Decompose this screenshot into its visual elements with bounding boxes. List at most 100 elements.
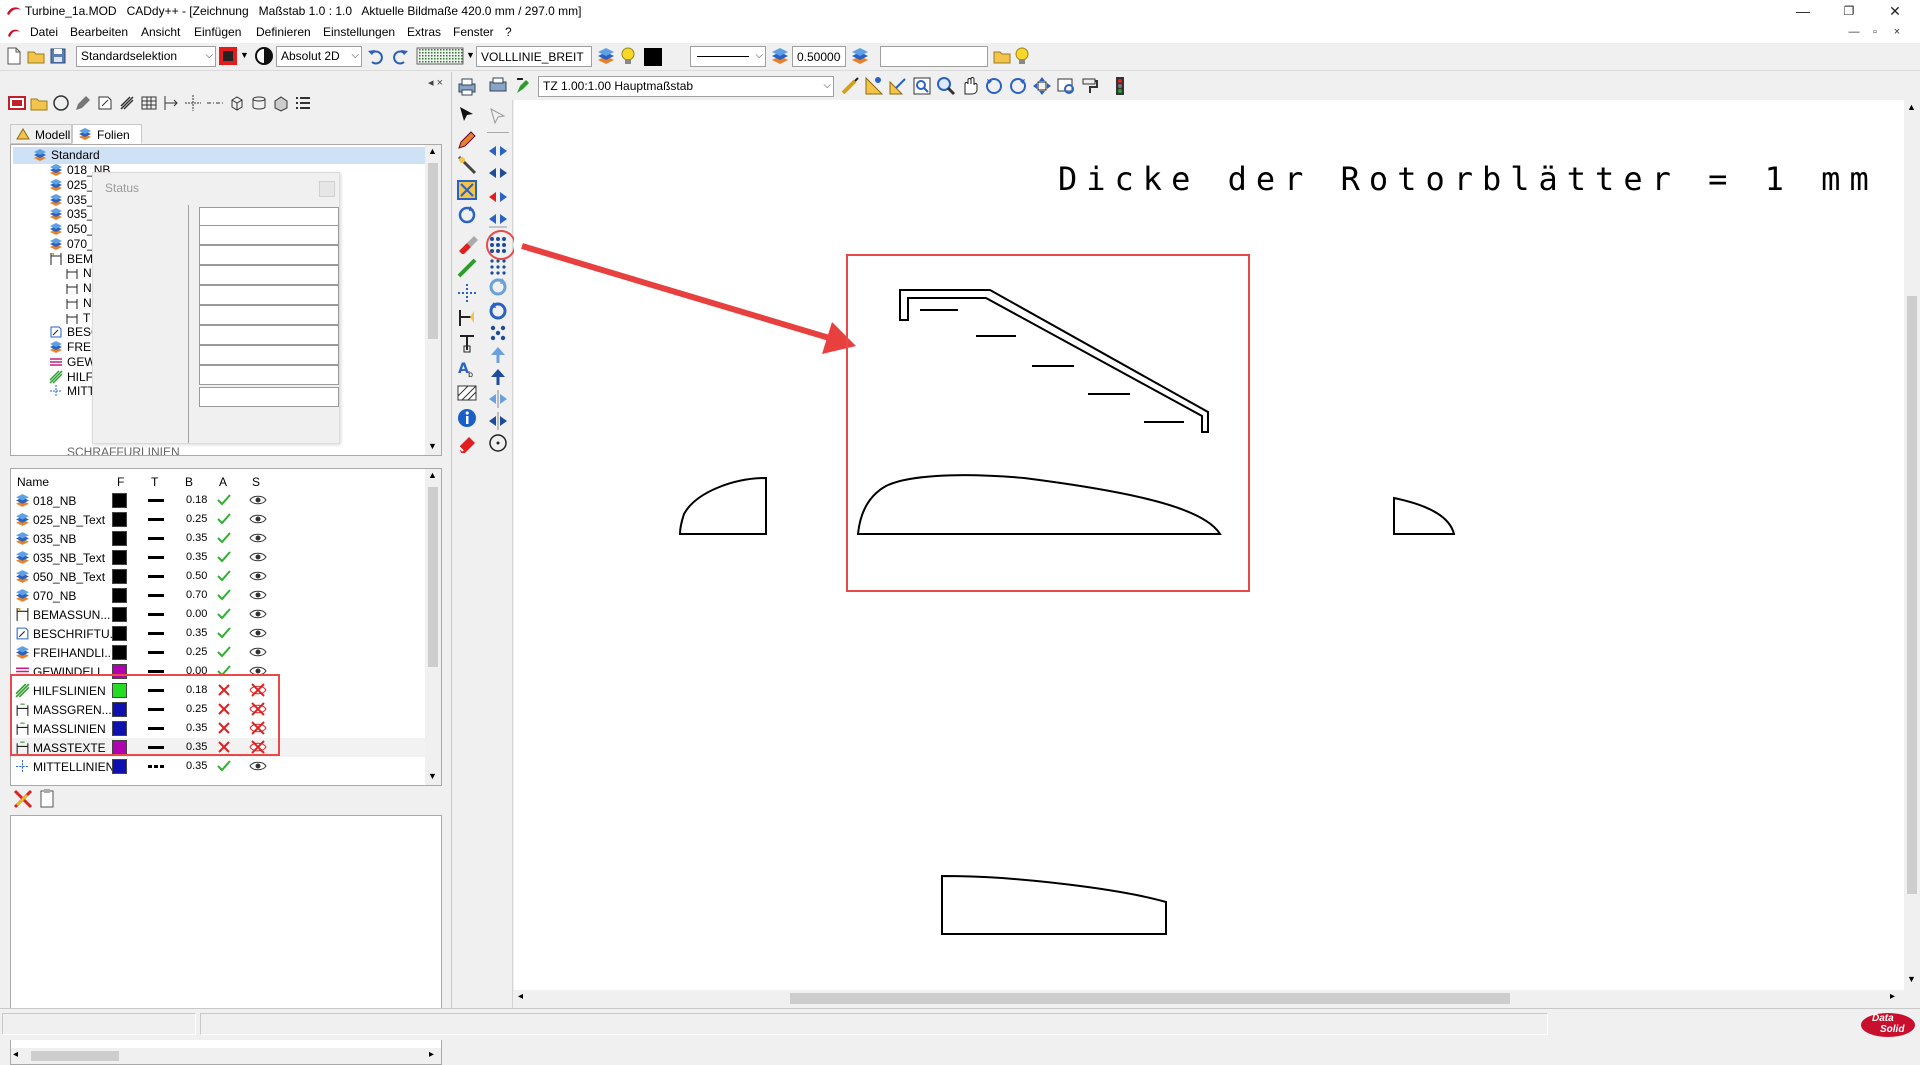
property-scroll-thumb[interactable] (31, 1051, 119, 1061)
scroll-down-icon[interactable]: ▼ (428, 441, 437, 451)
zoom-fit-icon[interactable] (912, 76, 932, 96)
layer-width[interactable]: 0.35 (186, 532, 207, 544)
checkmark-icon[interactable] (216, 511, 232, 527)
layer-width[interactable]: 0.70 (186, 589, 207, 601)
restore-button[interactable]: ❐ (1826, 0, 1872, 22)
status-field[interactable] (199, 285, 339, 305)
chevron-down-icon[interactable]: ▼ (466, 50, 475, 60)
zoom-magnifier-icon[interactable] (936, 76, 956, 96)
mdi-minimize-button[interactable]: — (1845, 26, 1863, 40)
eye-icon[interactable] (249, 568, 267, 584)
bottom-profile-shape[interactable] (941, 874, 1167, 935)
menu-fenster[interactable]: Fenster (453, 25, 494, 39)
crosshair-point-icon[interactable] (456, 282, 478, 304)
cylinder-icon[interactable] (250, 94, 268, 112)
model-view-icon[interactable] (8, 94, 26, 112)
canvas-hscroll-thumb[interactable] (790, 993, 1510, 1004)
canvas-hscrollbar[interactable]: ◂ ▸ (514, 990, 1904, 1007)
layer-scroll-thumb[interactable] (428, 487, 438, 667)
dimension-tool-icon[interactable] (456, 307, 478, 329)
paint-roller-icon[interactable] (1080, 76, 1100, 96)
layer-stack-icon[interactable] (770, 46, 790, 66)
line-style-name-field[interactable] (476, 46, 592, 67)
zoom-pen-icon[interactable] (840, 76, 860, 96)
mdi-restore-button[interactable]: ▫ (1866, 26, 1884, 40)
snap-up-dark-icon[interactable] (487, 366, 509, 388)
current-color-swatch[interactable] (644, 48, 662, 66)
tree-scrollbar[interactable]: ▲ ▼ (425, 145, 441, 455)
line-draw-icon[interactable] (456, 257, 478, 279)
eye-icon[interactable] (249, 492, 267, 508)
open-folder-icon[interactable] (26, 46, 46, 66)
coordinate-system-icon[interactable] (254, 46, 274, 66)
layer-row[interactable]: 035_NB_Text 0.35 (11, 548, 427, 567)
layer-row[interactable]: 070_NB 0.70 (11, 586, 427, 605)
grid-snap-icon[interactable] (416, 46, 464, 66)
box-icon[interactable] (272, 94, 290, 112)
zoom-previous-icon[interactable] (984, 76, 1004, 96)
scale-combo[interactable]: TZ 1.00:1.00 Hauptmaßstab ⌵ (538, 76, 834, 97)
menu-extras[interactable]: Extras (407, 25, 441, 39)
circle-tool-icon[interactable] (52, 94, 70, 112)
edit-text-icon[interactable] (96, 94, 114, 112)
chevron-down-icon[interactable]: ▼ (240, 50, 249, 60)
menu-ansicht[interactable]: Ansicht (141, 25, 180, 39)
snap-circle-center-icon[interactable] (487, 432, 509, 454)
tree-scroll-thumb[interactable] (428, 163, 438, 339)
minimize-button[interactable]: — (1780, 0, 1826, 22)
status-field[interactable] (199, 365, 339, 385)
eraser-icon[interactable] (456, 432, 478, 454)
checkmark-icon[interactable] (216, 549, 232, 565)
scroll-left-icon[interactable]: ◂ (13, 1049, 18, 1060)
selection-mode-combo[interactable]: Standardselektion ⌵ (76, 46, 216, 67)
text-position-icon[interactable] (456, 332, 478, 354)
scroll-up-icon[interactable]: ▲ (428, 470, 437, 480)
cursor-disabled-icon[interactable] (487, 106, 509, 128)
centerline-icon[interactable] (206, 94, 224, 112)
layer-width[interactable]: 0.25 (186, 646, 207, 658)
menu-einstellungen[interactable]: Einstellungen (323, 25, 395, 39)
close-button[interactable]: ✕ (1872, 0, 1918, 22)
status-field[interactable] (199, 387, 339, 407)
help-lines-icon[interactable] (118, 94, 136, 112)
snap-tangent-icon[interactable] (487, 410, 509, 432)
layer-row[interactable]: 025_NB_Text 0.25 (11, 510, 427, 529)
canvas-vscroll-thumb[interactable] (1907, 296, 1917, 894)
status-field[interactable] (199, 207, 339, 227)
layer-color-swatch[interactable] (112, 493, 127, 508)
layer-color-swatch[interactable] (112, 626, 127, 641)
status-field[interactable] (199, 305, 339, 325)
traffic-light-icon[interactable] (1110, 76, 1130, 96)
coordinate-mode-combo[interactable]: Absolut 2D ⌵ (276, 46, 362, 67)
col-header-b[interactable]: B (185, 475, 193, 489)
panel-pin-icon[interactable]: ◂ × (428, 76, 443, 89)
layer-linetype[interactable] (148, 556, 164, 559)
snap-arrows-icon[interactable] (487, 208, 509, 230)
snap-points-icon[interactable] (487, 322, 509, 344)
triangle-ruler-icon[interactable] (864, 76, 884, 96)
layer-row[interactable]: FREIHANDLI... 0.25 (11, 643, 427, 662)
property-hscrollbar[interactable]: ◂ ▸ (11, 1048, 441, 1064)
checkmark-icon[interactable] (216, 587, 232, 603)
layer-linetype[interactable] (148, 670, 164, 673)
status-field[interactable] (199, 325, 339, 345)
layer-linetype[interactable] (148, 651, 164, 654)
zoom-next-icon[interactable] (1008, 76, 1028, 96)
snap-up-icon[interactable] (487, 344, 509, 366)
layer-stack-icon[interactable] (596, 46, 616, 66)
eye-icon[interactable] (249, 644, 267, 660)
right-profile-shape[interactable] (1393, 496, 1456, 535)
cube-icon[interactable] (228, 94, 246, 112)
print-icon[interactable] (456, 76, 478, 98)
status-popup-close-button[interactable] (319, 181, 335, 197)
layer-color-swatch[interactable] (112, 531, 127, 546)
zoom-all-icon[interactable] (1032, 76, 1052, 96)
measure-tool-icon[interactable] (456, 154, 478, 176)
layer-linetype[interactable] (148, 765, 164, 768)
layer-linetype[interactable] (148, 537, 164, 540)
status-field[interactable] (199, 245, 339, 265)
col-header-f[interactable]: F (117, 475, 124, 489)
scroll-up-icon[interactable]: ▲ (1907, 102, 1916, 112)
menu-datei[interactable]: Datei (30, 25, 58, 39)
menu-einfuegen[interactable]: Einfügen (194, 25, 241, 39)
